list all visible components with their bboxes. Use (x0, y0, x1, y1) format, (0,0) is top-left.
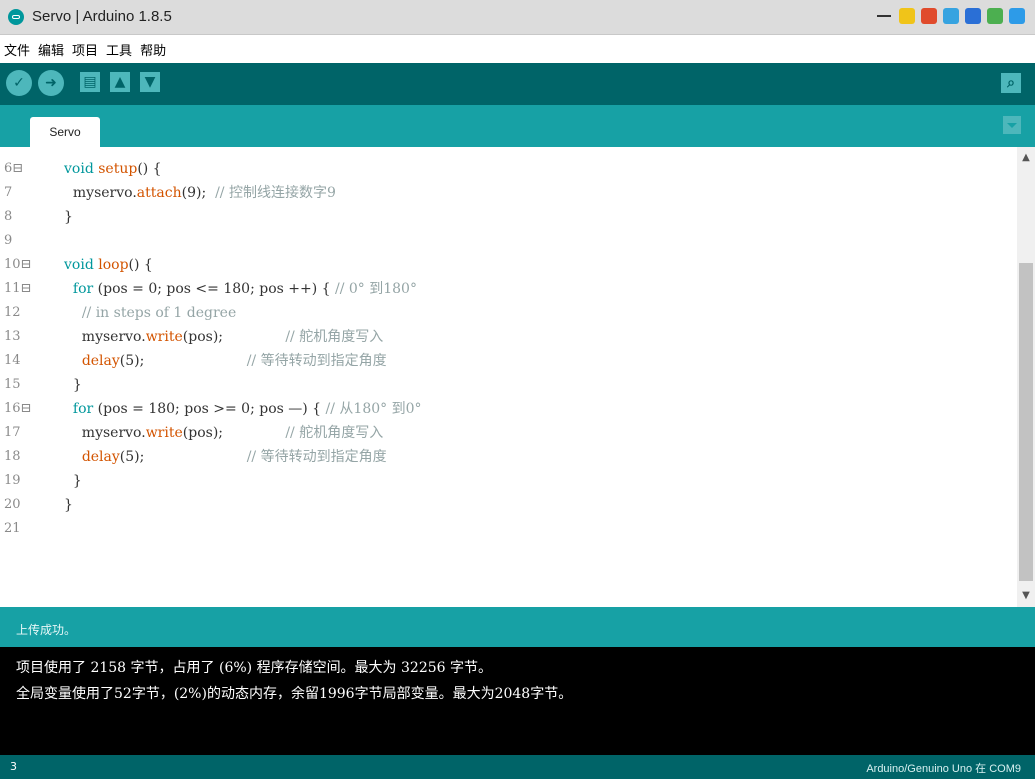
tab-servo[interactable]: Servo (30, 117, 100, 147)
line-number: 12 (4, 305, 21, 320)
arrow-down-icon: ▼ (144, 74, 156, 90)
line-number: 10⊟ (4, 257, 32, 272)
code-line[interactable]: // in steps of 1 degree (64, 301, 1005, 325)
tab-menu-button[interactable] (1003, 116, 1021, 134)
code-line[interactable]: myservo.write(pos); // 舵机角度写入 (64, 421, 1005, 445)
scroll-up-icon[interactable]: ▲ (1021, 153, 1031, 163)
line-number: 20 (4, 497, 21, 512)
open-sketch-button[interactable]: ▲ (110, 72, 130, 92)
tray-app-icon[interactable] (965, 8, 981, 24)
line-number: 9 (4, 233, 13, 248)
line-number: 11⊟ (4, 281, 32, 296)
output-console[interactable]: 项目使用了 2158 字节，占用了 (6%) 程序存储空间。最大为 32256 … (0, 647, 1035, 755)
line-number: 18 (4, 449, 21, 464)
tray-app-icon[interactable] (921, 8, 937, 24)
upload-button[interactable]: ➜ (38, 70, 64, 96)
tray-app-icon[interactable] (899, 8, 915, 24)
line-number: 21 (4, 521, 21, 536)
menu-bar: 文件 编辑 项目 工具 帮助 (0, 35, 1035, 63)
code-line[interactable]: delay(5); // 等待转动到指定角度 (64, 445, 1005, 469)
save-sketch-button[interactable]: ▼ (140, 72, 160, 92)
minimize-icon[interactable] (877, 15, 891, 17)
tray-app-icon[interactable] (943, 8, 959, 24)
checkmark-icon: ✓ (13, 75, 25, 91)
line-number: 16⊟ (4, 401, 32, 416)
line-number: 15 (4, 377, 21, 392)
title-tray (877, 8, 1025, 24)
menu-sketch[interactable]: 项目 (72, 40, 98, 59)
title-bar: Servo | Arduino 1.8.5 (0, 0, 1035, 35)
status-message: 上传成功。 (16, 623, 77, 637)
code-line[interactable]: for (pos = 0; pos <= 180; pos ++) { // 0… (64, 277, 1005, 301)
new-sketch-button[interactable]: ▤ (80, 72, 100, 92)
tab-bar: Servo (0, 105, 1035, 147)
magnifier-icon: ⌕ (1007, 75, 1015, 91)
new-file-icon: ▤ (83, 74, 97, 90)
code-line[interactable]: myservo.attach(9); // 控制线连接数字9 (64, 181, 1005, 205)
code-line[interactable] (64, 517, 1005, 541)
code-line[interactable] (64, 229, 1005, 253)
code-line[interactable]: delay(5); // 等待转动到指定角度 (64, 349, 1005, 373)
line-number: 19 (4, 473, 21, 488)
board-port-info: Arduino/Genuino Uno 在 COM9 (866, 763, 1021, 775)
verify-button[interactable]: ✓ (6, 70, 32, 96)
menu-tools[interactable]: 工具 (106, 40, 132, 59)
toolbar: ✓ ➜ ▤ ▲ ▼ ⌕ (0, 63, 1035, 105)
code-editor[interactable]: 6⊟ 7 8 9 10⊟ 11⊟ 12 13 14 15 16⊟ 17 18 19 20 21 void se… (0, 147, 1035, 607)
vertical-scrollbar[interactable]: ▲ ▼ (1017, 147, 1035, 607)
scrollbar-thumb[interactable] (1019, 263, 1033, 581)
cursor-line-number: 3 (10, 760, 17, 773)
code-line[interactable]: } (64, 493, 1005, 517)
code-line[interactable]: } (64, 373, 1005, 397)
code-line[interactable]: void setup() { (64, 157, 1005, 181)
code-line[interactable]: for (pos = 180; pos >= 0; pos —) { // 从1… (64, 397, 1005, 421)
line-number: 6⊟ (4, 161, 24, 176)
menu-edit[interactable]: 编辑 (38, 40, 64, 59)
arduino-logo-icon (8, 9, 24, 25)
console-line: 全局变量使用了52字节，(2%)的动态内存，余留1996字节局部变量。最大为20… (16, 686, 573, 702)
arrow-right-icon: ➜ (45, 75, 57, 91)
tray-plus-icon[interactable] (1009, 8, 1025, 24)
status-bar: 上传成功。 (0, 607, 1035, 647)
line-number: 14 (4, 353, 21, 368)
menu-file[interactable]: 文件 (4, 40, 30, 59)
line-number-gutter: 6⊟ 7 8 9 10⊟ 11⊟ 12 13 14 15 16⊟ 17 18 19 20 21 (0, 157, 60, 541)
code-line[interactable]: void loop() { (64, 253, 1005, 277)
line-number: 13 (4, 329, 21, 344)
code-line[interactable]: myservo.write(pos); // 舵机角度写入 (64, 325, 1005, 349)
code-line[interactable]: } (64, 469, 1005, 493)
footer-bar: 3 Arduino/Genuino Uno 在 COM9 (0, 755, 1035, 779)
scroll-down-icon[interactable]: ▼ (1021, 591, 1031, 601)
arduino-ide-window: Servo | Arduino 1.8.5 文件 编辑 项目 工具 帮助 ✓ ➜… (0, 0, 1035, 779)
line-number: 8 (4, 209, 13, 224)
line-number: 7 (4, 185, 13, 200)
arrow-up-icon: ▲ (114, 74, 126, 90)
serial-monitor-button[interactable]: ⌕ (1001, 73, 1021, 93)
code-line[interactable]: } (64, 205, 1005, 229)
wechat-icon[interactable] (987, 8, 1003, 24)
code-area[interactable]: void setup() { myservo.attach(9); // 控制线… (64, 157, 1005, 541)
line-number: 17 (4, 425, 21, 440)
window-title: Servo | Arduino 1.8.5 (32, 8, 172, 25)
menu-help[interactable]: 帮助 (140, 40, 166, 59)
console-line: 项目使用了 2158 字节，占用了 (6%) 程序存储空间。最大为 32256 … (16, 660, 492, 676)
